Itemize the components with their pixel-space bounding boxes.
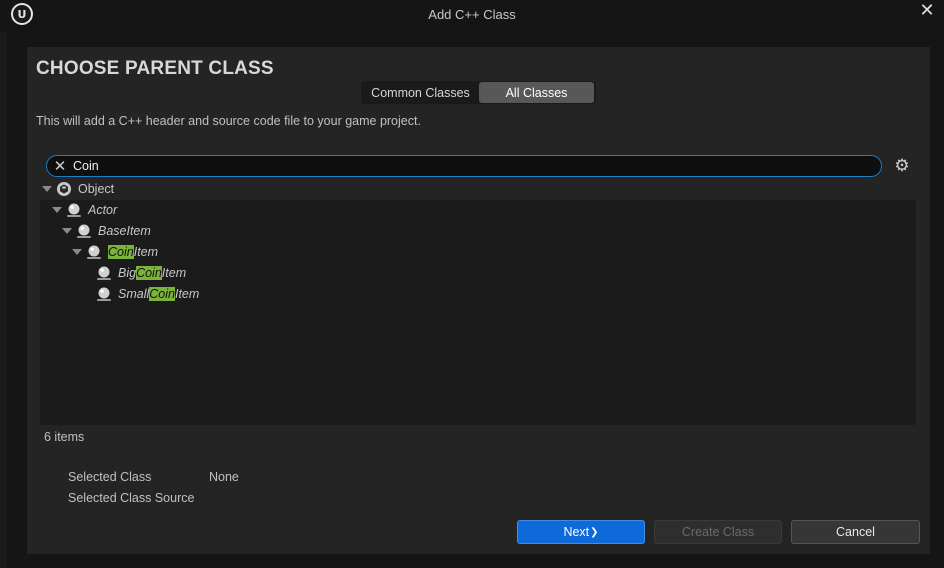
tree-row-smallcoinitem[interactable]: SmallCoinItem (82, 284, 199, 304)
expand-arrow-icon[interactable] (42, 186, 52, 192)
create-class-button[interactable]: Create Class (654, 520, 782, 544)
search-match-highlight: Coin (108, 245, 134, 259)
actor-class-icon (87, 245, 101, 259)
tab-all-classes[interactable]: All Classes (479, 82, 594, 103)
chevron-right-icon: ❯ (590, 526, 599, 538)
actor-class-icon (97, 287, 111, 301)
tree-row-bigcoinitem[interactable]: BigCoinItem (82, 263, 186, 283)
tab-common-classes[interactable]: Common Classes (362, 82, 479, 103)
actor-class-icon (97, 266, 111, 280)
window-edge (0, 32, 7, 568)
next-button-label: Next (563, 525, 590, 539)
actor-class-icon (67, 203, 81, 217)
search-match-highlight: Coin (149, 287, 175, 301)
selected-class-value: None (209, 470, 239, 484)
close-window-button[interactable]: ✕ (917, 1, 937, 21)
search-input[interactable] (73, 157, 863, 175)
tree-row-coinitem[interactable]: CoinItem (72, 242, 158, 262)
tree-row-baseitem[interactable]: BaseItem (62, 221, 151, 241)
expand-arrow-icon[interactable] (72, 249, 82, 255)
selected-class-source-label: Selected Class Source (68, 491, 195, 505)
clear-search-icon[interactable]: ✕ (53, 157, 67, 175)
selected-class-label: Selected Class (68, 470, 152, 484)
tree-row-label: BaseItem (98, 224, 151, 238)
dialog-description: This will add a C++ header and source co… (36, 114, 421, 128)
title-bar: U Add C++ Class ✕ (0, 0, 944, 32)
tree-row-label: Object (78, 182, 115, 196)
actor-class-icon (77, 224, 91, 238)
cancel-button[interactable]: Cancel (791, 520, 920, 544)
window-title: Add C++ Class (428, 7, 516, 22)
expand-arrow-icon[interactable] (52, 207, 62, 213)
tree-row-label: BigCoinItem (118, 266, 187, 280)
tree-row-object[interactable]: Object (42, 179, 114, 199)
tree-row-label: Actor (88, 203, 118, 217)
class-tabs: Common Classes All Classes (361, 81, 596, 104)
next-button[interactable]: Next ❯ (517, 520, 645, 544)
tree-row-label: CoinItem (108, 245, 159, 259)
expand-arrow-icon[interactable] (62, 228, 72, 234)
class-search-box: ✕ (46, 155, 882, 177)
page-title: CHOOSE PARENT CLASS (36, 58, 274, 79)
class-tree-panel (40, 200, 916, 425)
tree-row-actor[interactable]: Actor (52, 200, 117, 220)
tree-row-label: SmallCoinItem (118, 287, 200, 301)
object-class-icon (57, 182, 71, 196)
settings-gear-icon[interactable]: ⚙ (892, 156, 912, 176)
item-count: 6 items (44, 430, 85, 444)
search-match-highlight: Coin (136, 266, 162, 280)
